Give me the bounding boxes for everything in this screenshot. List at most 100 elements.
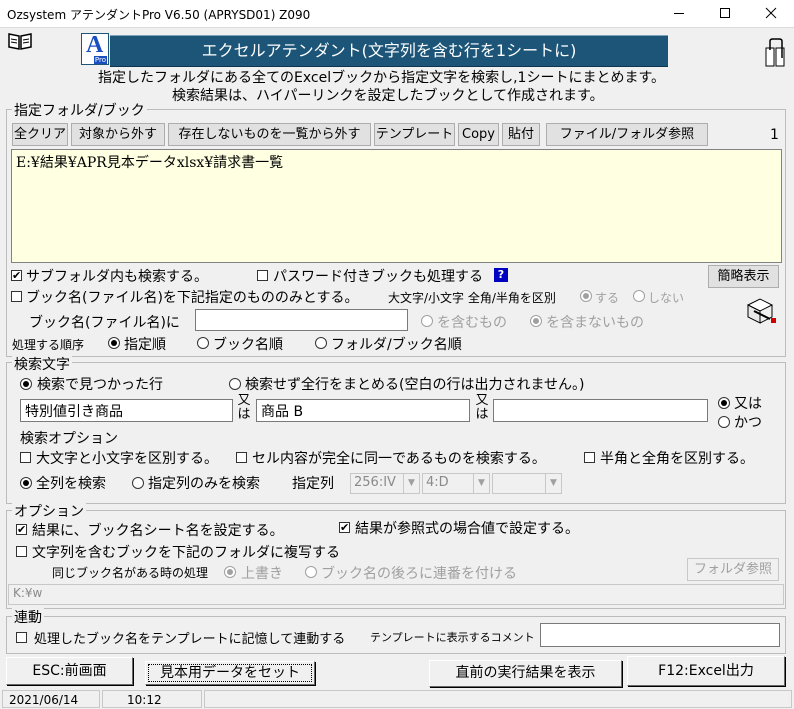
paste-button[interactable]: 貼付 bbox=[502, 123, 540, 146]
comment-label: テンプレートに表示するコメント bbox=[370, 631, 535, 644]
ref-value-label: 結果が参照式の場合値で設定する。 bbox=[355, 521, 579, 537]
overwrite-label: 上書き bbox=[241, 566, 283, 582]
bookname-filter-checkbox[interactable] bbox=[11, 291, 22, 302]
clear-all-button[interactable]: 全クリア bbox=[12, 123, 68, 146]
or-label-1: 又は bbox=[236, 394, 252, 422]
col-range-value: 256:IV bbox=[354, 475, 396, 490]
opt-width-label: 半角と全角を区別する。 bbox=[600, 451, 754, 467]
same-name-label: 同じブック名がある時の処理 bbox=[52, 566, 209, 580]
serial-radio[interactable] bbox=[305, 566, 317, 578]
window-title: Ozsystem アテンダントPro V6.50 (APRYSD01) Z090 bbox=[7, 8, 311, 22]
export-icon[interactable] bbox=[746, 297, 778, 325]
maximize-button[interactable] bbox=[702, 0, 748, 27]
sample-data-button[interactable]: 見本用データをセット bbox=[145, 661, 315, 685]
template-button[interactable]: テンプレート bbox=[374, 123, 455, 146]
order-bookname-label: ブック名順 bbox=[213, 337, 283, 353]
contains-label: を含むもの bbox=[437, 315, 507, 331]
order-bookname-radio[interactable] bbox=[197, 337, 209, 349]
mode-found-label: 検索で見つかった行 bbox=[37, 377, 163, 393]
or-label-1-text: 又は bbox=[237, 393, 251, 422]
col-from-value: 4:D bbox=[426, 475, 449, 490]
close-button[interactable] bbox=[748, 0, 794, 27]
password-label: パスワード付きブックも処理する bbox=[273, 269, 483, 285]
description-line2: 検索結果は、ハイパーリンクを設定したブックとして作成されます。 bbox=[172, 88, 604, 104]
bookname-input[interactable] bbox=[195, 309, 408, 331]
option-group-legend: オプション bbox=[12, 501, 86, 521]
set-sheet-name-label: 結果に、ブック名シート名を設定する。 bbox=[32, 523, 284, 539]
esc-back-button[interactable]: ESC:前画面 bbox=[6, 657, 133, 685]
subfolder-label: サブフォルダ内も検索する。 bbox=[26, 269, 208, 285]
logic-and-label: かつ bbox=[734, 415, 762, 431]
case-label: 大文字/小文字 全角/半角を区別 bbox=[388, 291, 556, 305]
col-range-select[interactable]: 256:IV ▼ bbox=[350, 473, 420, 494]
minimize-button[interactable] bbox=[656, 0, 702, 27]
remember-checkbox[interactable] bbox=[16, 632, 27, 643]
chevron-down-icon: ▼ bbox=[473, 474, 489, 493]
search-group-legend: 検索文字 bbox=[12, 354, 72, 374]
subfolder-checkbox[interactable]: ✔ bbox=[11, 270, 22, 281]
col-label: 指定列 bbox=[292, 476, 334, 492]
password-checkbox[interactable] bbox=[257, 270, 268, 281]
mode-all-radio[interactable] bbox=[229, 378, 241, 390]
opt-case-label: 大文字と小文字を区別する。 bbox=[36, 451, 218, 467]
mode-found-radio[interactable] bbox=[20, 378, 32, 390]
copy-books-label: 文字列を含むブックを下記のフォルダに複写する bbox=[32, 545, 340, 561]
status-time: 10:12 bbox=[102, 690, 202, 708]
col-to-select[interactable]: ▼ bbox=[492, 473, 562, 494]
chevron-down-icon: ▼ bbox=[403, 474, 419, 493]
help-icon[interactable]: ? bbox=[494, 268, 508, 282]
description-line1: 指定したフォルダにある全てのExcelブックから指定文字を検索し,1シートにまと… bbox=[98, 70, 666, 86]
not-contains-label: を含まないもの bbox=[546, 315, 644, 331]
col-all-label: 全列を検索 bbox=[36, 476, 106, 492]
logo-letter: A bbox=[86, 32, 104, 58]
logic-and-radio[interactable] bbox=[718, 416, 730, 428]
case-no-label: しない bbox=[648, 291, 685, 305]
book-icon[interactable] bbox=[7, 31, 33, 51]
not-contains-radio[interactable] bbox=[530, 315, 542, 327]
search-term-3[interactable] bbox=[493, 399, 708, 422]
logic-or-label: 又は bbox=[734, 396, 762, 412]
remove-selected-button[interactable]: 対象から外す bbox=[71, 123, 165, 146]
logo-sub: Pro bbox=[93, 56, 107, 64]
f12-excel-button[interactable]: F12:Excel出力 bbox=[627, 656, 785, 686]
ap-logo-icon: A Pro bbox=[81, 32, 109, 65]
last-result-button[interactable]: 直前の実行結果を表示 bbox=[429, 660, 622, 687]
case-no-radio[interactable] bbox=[633, 290, 645, 302]
file-folder-browse-button[interactable]: ファイル/フォルダ参照 bbox=[546, 123, 708, 146]
or-label-2-text: 又は bbox=[475, 393, 489, 422]
bookname-input-label: ブック名(ファイル名)に bbox=[29, 315, 180, 331]
ref-value-checkbox[interactable]: ✔ bbox=[339, 522, 350, 533]
contains-radio[interactable] bbox=[421, 315, 433, 327]
order-label: 処理する順序 bbox=[12, 338, 85, 352]
opt-width-checkbox[interactable] bbox=[584, 452, 595, 463]
banner-title: エクセルアテンダント(文字列を含む行を1シートに) bbox=[110, 35, 668, 67]
order-specified-radio[interactable] bbox=[108, 337, 120, 349]
col-specified-label: 指定列のみを検索 bbox=[148, 476, 260, 492]
col-specified-radio[interactable] bbox=[132, 477, 144, 489]
mode-all-label: 検索せず全行をまとめる(空白の行は出力されません。) bbox=[245, 377, 585, 393]
col-all-radio[interactable] bbox=[20, 477, 32, 489]
copy-path-input[interactable]: K:¥w bbox=[8, 584, 784, 605]
copy-books-checkbox[interactable] bbox=[16, 546, 27, 557]
folder-list[interactable]: E:¥結果¥APR見本データxlsx¥請求書一覧 bbox=[11, 149, 782, 263]
search-term-2[interactable]: 商品 B bbox=[256, 399, 470, 422]
col-from-select[interactable]: 4:D ▼ bbox=[422, 473, 490, 494]
opt-case-checkbox[interactable] bbox=[20, 452, 31, 463]
opt-exact-label: セル内容が完全に同一であるものを検索する。 bbox=[252, 451, 546, 467]
overwrite-radio[interactable] bbox=[224, 566, 236, 578]
paperclip-icon[interactable] bbox=[764, 38, 788, 68]
opt-exact-checkbox[interactable] bbox=[236, 452, 247, 463]
comment-input[interactable] bbox=[540, 623, 780, 647]
remove-missing-button[interactable]: 存在しないものを一覧から外す bbox=[168, 123, 371, 146]
set-sheet-name-checkbox[interactable]: ✔ bbox=[16, 524, 27, 535]
simple-view-button[interactable]: 簡略表示 bbox=[708, 265, 779, 288]
case-yes-radio[interactable] bbox=[580, 290, 592, 302]
folder-list-item[interactable]: E:¥結果¥APR見本データxlsx¥請求書一覧 bbox=[16, 152, 283, 172]
copy-button[interactable]: Copy bbox=[458, 123, 499, 146]
folder-count: 1 bbox=[770, 127, 779, 143]
search-term-1[interactable]: 特別値引き商品 bbox=[20, 399, 233, 422]
status-blank bbox=[204, 690, 792, 708]
logic-or-radio[interactable] bbox=[718, 397, 730, 409]
order-folder-bookname-radio[interactable] bbox=[315, 337, 327, 349]
folder-browse-button[interactable]: フォルダ参照 bbox=[687, 558, 779, 581]
